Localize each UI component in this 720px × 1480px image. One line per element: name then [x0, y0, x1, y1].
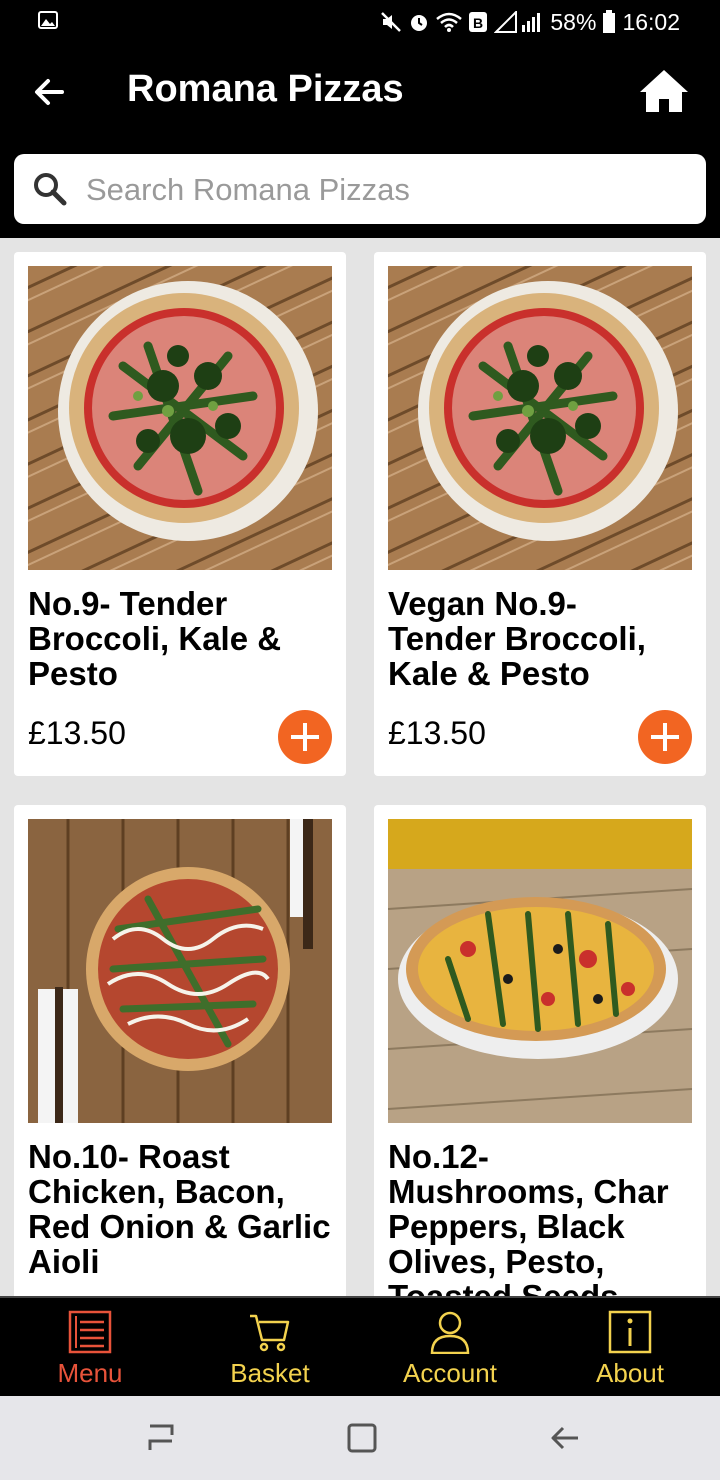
nav-item-account[interactable]: Account — [360, 1298, 540, 1398]
search-input[interactable] — [84, 164, 688, 216]
product-card[interactable]: No.10- Roast Chicken, Bacon, Red Onion &… — [14, 805, 346, 1296]
svg-text:B: B — [473, 15, 483, 31]
product-name: No.12- Mushrooms, Char Peppers, Black Ol… — [388, 1138, 669, 1296]
product-name: No.9- Tender Broccoli, Kale & Pesto — [28, 585, 282, 692]
product-grid: No.9- Tender Broccoli, Kale & Pesto £13.… — [0, 238, 720, 1296]
home-icon[interactable] — [638, 68, 690, 114]
signal-icon — [494, 11, 541, 33]
status-bar: B 58% 16:02 — [0, 0, 720, 44]
product-price: £13.50 — [28, 715, 126, 751]
bottom-nav: Menu Basket Account About — [0, 1296, 720, 1396]
battery-icon — [603, 10, 616, 33]
nav-item-basket[interactable]: Basket — [180, 1298, 360, 1398]
pizza-image — [388, 819, 692, 1123]
basket-icon — [250, 1314, 290, 1352]
info-icon — [608, 1310, 652, 1354]
page-title: Romana Pizzas — [127, 68, 404, 110]
home-system-icon[interactable] — [345, 1420, 379, 1456]
product-name: Vegan No.9- Tender Broccoli, Kale & Pest… — [388, 585, 646, 692]
recent-apps-icon[interactable] — [144, 1420, 178, 1456]
wifi-icon — [436, 12, 463, 32]
product-name: No.10- Roast Chicken, Bacon, Red Onion &… — [28, 1138, 331, 1280]
status-icons: B 58% 16:02 — [380, 8, 680, 36]
back-system-icon[interactable] — [548, 1420, 582, 1456]
pizza-image — [388, 266, 692, 570]
mute-icon — [381, 12, 402, 32]
app-bar: Romana Pizzas — [0, 44, 720, 238]
nav-label: About — [596, 1358, 664, 1388]
battery-percent: 58% — [550, 8, 597, 35]
nav-label: Account — [403, 1358, 497, 1388]
product-card[interactable]: Vegan No.9- Tender Broccoli, Kale & Pest… — [374, 252, 706, 776]
nav-label: Basket — [230, 1358, 310, 1388]
data-saver-icon: B — [469, 12, 488, 32]
back-arrow-icon[interactable] — [28, 72, 72, 112]
menu-list-icon — [68, 1310, 112, 1354]
add-to-basket-button[interactable] — [638, 710, 692, 764]
nav-item-menu[interactable]: Menu — [0, 1298, 180, 1398]
search-icon — [34, 173, 67, 206]
product-card[interactable]: No.12- Mushrooms, Char Peppers, Black Ol… — [374, 805, 706, 1296]
product-card[interactable]: No.9- Tender Broccoli, Kale & Pesto £13.… — [14, 252, 346, 776]
alarm-icon — [411, 15, 428, 31]
pizza-image — [28, 819, 332, 1123]
gallery-notification-icon — [38, 11, 58, 29]
clock: 16:02 — [622, 8, 680, 35]
nav-label: Menu — [57, 1358, 123, 1388]
account-icon — [430, 1311, 470, 1354]
search-bar[interactable] — [14, 154, 706, 224]
system-navigation-bar — [0, 1396, 720, 1480]
add-to-basket-button[interactable] — [278, 710, 332, 764]
product-price: £13.50 — [388, 715, 486, 751]
nav-item-about[interactable]: About — [540, 1298, 720, 1398]
pizza-image — [28, 266, 332, 570]
